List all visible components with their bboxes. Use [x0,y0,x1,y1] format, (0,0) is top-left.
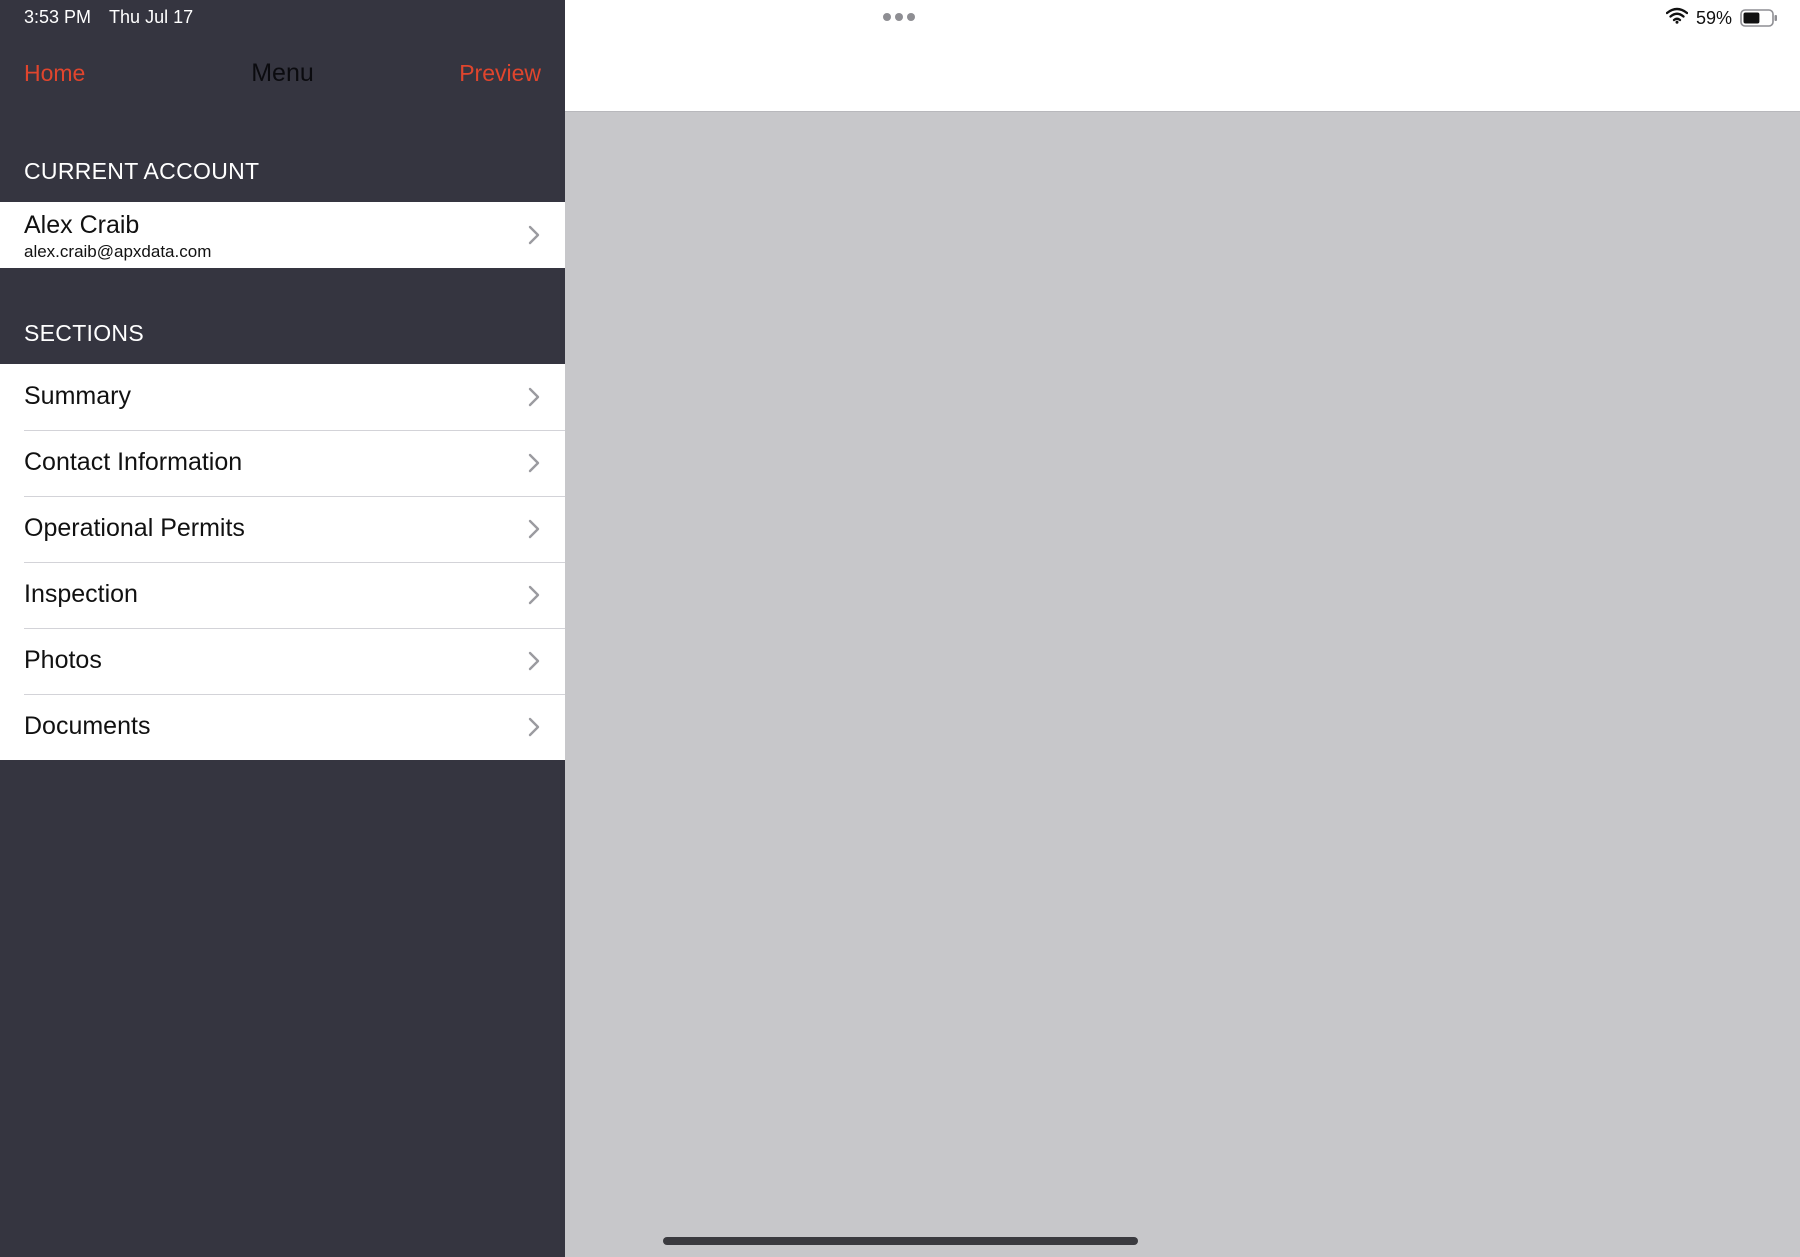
section-item-label: Documents [24,712,151,740]
account-email: alex.craib@apxdata.com [24,242,212,261]
section-item-photos[interactable]: Photos [0,628,565,694]
chevron-right-icon [527,584,541,606]
section-item-label: Inspection [24,580,138,608]
chevron-right-icon [527,452,541,474]
more-dots-icon[interactable] [883,13,915,21]
status-bar-right: 59% [1665,7,1778,29]
detail-header: 59% [565,0,1800,112]
sidebar-menu: 3:53 PM Thu Jul 17 Home Menu Preview CUR… [0,0,565,1257]
battery-icon [1740,9,1778,27]
chevron-right-icon [527,224,541,246]
battery-percent: 59% [1695,7,1732,28]
account-name: Alex Craib [24,211,140,239]
chevron-right-icon [527,650,541,672]
chevron-right-icon [527,518,541,540]
chevron-right-icon [527,716,541,738]
navigation-bar: Home Menu Preview [0,50,565,98]
chevron-right-icon [527,386,541,408]
section-item-operational-permits[interactable]: Operational Permits [0,496,565,562]
wifi-icon [1665,7,1689,29]
sections-list: Summary Contact Information Operational … [0,364,565,760]
status-date: Thu Jul 17 [109,7,194,27]
section-item-label: Summary [24,382,131,410]
section-item-contact-information[interactable]: Contact Information [0,430,565,496]
preview-button[interactable]: Preview [459,60,541,87]
account-row[interactable]: Alex Craib alex.craib@apxdata.com [0,202,565,268]
section-item-inspection[interactable]: Inspection [0,562,565,628]
home-indicator[interactable] [663,1237,1138,1245]
status-bar-left: 3:53 PM Thu Jul 17 [24,7,193,28]
section-item-label: Contact Information [24,448,243,476]
section-item-label: Operational Permits [24,514,245,542]
sections-header: SECTIONS [24,320,144,346]
section-item-label: Photos [24,646,102,674]
section-item-documents[interactable]: Documents [0,694,565,760]
current-account-header: CURRENT ACCOUNT [24,158,260,184]
status-time: 3:53 PM [24,7,92,27]
section-item-summary[interactable]: Summary [0,364,565,430]
